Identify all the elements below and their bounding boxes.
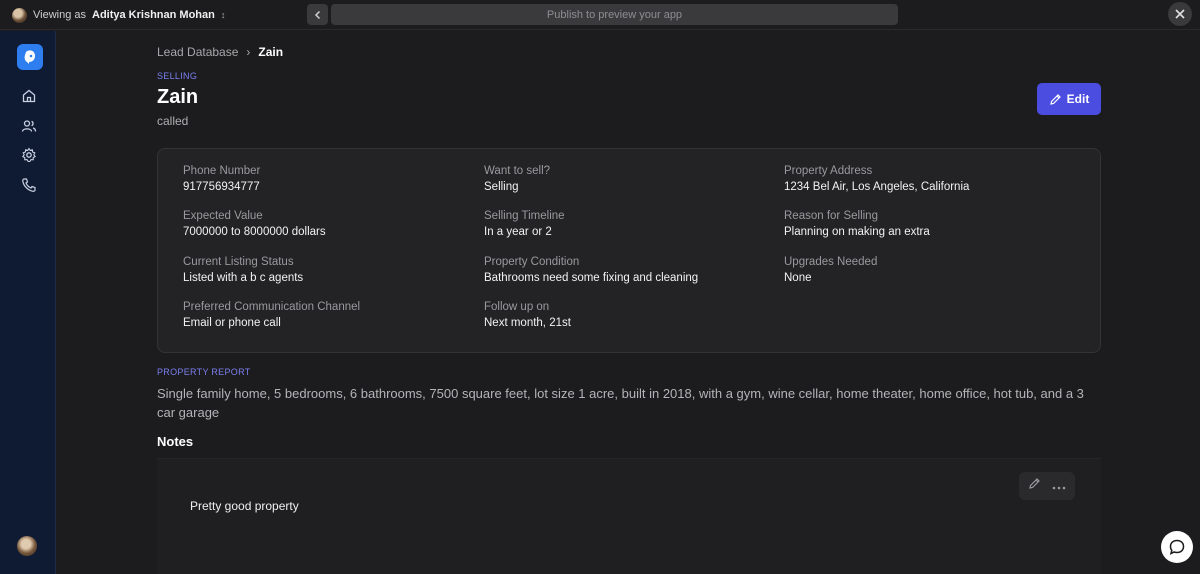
field-value: Selling xyxy=(484,181,519,193)
property-report-text: Single family home, 5 bedrooms, 6 bathro… xyxy=(157,386,1084,420)
url-text: Publish to preview your app xyxy=(546,8,683,21)
viewing-as-prefix: Viewing as xyxy=(33,9,86,21)
breadcrumb: Lead Database › Zain xyxy=(157,45,283,59)
chevron-left-icon xyxy=(314,10,320,19)
page-title: Zain xyxy=(157,86,199,108)
field-selling-timeline: Selling Timeline In a year or 2 xyxy=(484,209,774,239)
notes-title: Notes xyxy=(157,434,194,449)
field-label: Want to sell? xyxy=(484,165,551,177)
lead-details-card: Phone Number 917756934777 Want to sell? … xyxy=(157,148,1101,353)
field-value: Next month, 21st xyxy=(484,317,571,329)
edit-button[interactable]: Edit xyxy=(1037,83,1101,115)
field-label: Property Condition xyxy=(484,256,580,268)
field-label: Follow up on xyxy=(484,301,550,313)
field-value: None xyxy=(784,272,812,284)
pencil-icon xyxy=(1049,93,1061,105)
field-label: Current Listing Status xyxy=(183,256,294,268)
sidebar-item-users[interactable] xyxy=(19,116,39,136)
page-subtitle: called xyxy=(157,114,189,128)
field-expected-value: Expected Value 7000000 to 8000000 dollar… xyxy=(183,209,473,239)
field-current-listing-status: Current Listing Status Listed with a b c… xyxy=(183,255,473,285)
chat-bubble-icon xyxy=(1169,539,1185,555)
viewing-as-selector[interactable]: Viewing as Aditya Krishnan Mohan ↕ xyxy=(12,7,225,23)
field-value: Email or phone call xyxy=(183,317,281,329)
close-button[interactable] xyxy=(1168,2,1192,26)
field-phone-number: Phone Number 917756934777 xyxy=(183,164,473,194)
users-icon xyxy=(21,120,37,132)
pencil-icon xyxy=(1029,478,1041,489)
gear-icon xyxy=(21,147,37,163)
avatar xyxy=(12,7,27,23)
field-label: Preferred Communication Channel xyxy=(183,301,361,313)
field-value: Listed with a b c agents xyxy=(183,272,304,284)
sidebar-item-settings[interactable] xyxy=(19,145,39,165)
sidebar-item-home[interactable] xyxy=(19,86,39,106)
note-card: Pretty good property xyxy=(157,458,1101,574)
field-label: Phone Number xyxy=(183,165,261,177)
field-value: Bathrooms need some fixing and cleaning xyxy=(484,272,699,284)
user-avatar[interactable] xyxy=(17,536,37,556)
home-icon xyxy=(22,89,36,103)
app-logo[interactable] xyxy=(17,44,43,70)
sidebar xyxy=(0,31,56,574)
chevron-up-down-icon: ↕ xyxy=(220,10,226,20)
back-button[interactable] xyxy=(307,4,328,25)
note-text: Pretty good property xyxy=(190,499,299,513)
field-label: Property Address xyxy=(784,165,873,177)
field-want-to-sell: Want to sell? Selling xyxy=(484,164,774,194)
status-label: SELLING xyxy=(157,71,198,81)
edit-note-button[interactable] xyxy=(1028,477,1041,495)
field-value: 7000000 to 8000000 dollars xyxy=(183,226,326,238)
note-actions xyxy=(1019,472,1075,500)
breadcrumb-parent-link[interactable]: Lead Database xyxy=(157,45,238,59)
field-preferred-communication: Preferred Communication Channel Email or… xyxy=(183,300,473,330)
viewer-name: Aditya Krishnan Mohan xyxy=(92,9,215,21)
logo-icon xyxy=(24,50,35,64)
field-reason-for-selling: Reason for Selling Planning on making an… xyxy=(784,209,1074,239)
field-value: In a year or 2 xyxy=(484,226,552,238)
field-label: Expected Value xyxy=(183,210,263,222)
close-icon xyxy=(1175,9,1185,19)
field-label: Selling Timeline xyxy=(484,210,565,222)
breadcrumb-current: Zain xyxy=(258,45,284,59)
field-follow-up-on: Follow up on Next month, 21st xyxy=(484,300,774,330)
field-value: Planning on making an extra xyxy=(784,226,930,238)
property-report-label: PROPERTY REPORT xyxy=(157,367,251,377)
phone-icon xyxy=(22,178,36,192)
url-bar[interactable]: Publish to preview your app xyxy=(331,4,898,25)
field-value: 1234 Bel Air, Los Angeles, California xyxy=(784,181,970,193)
field-property-address: Property Address 1234 Bel Air, Los Angel… xyxy=(784,164,1074,194)
more-horizontal-icon xyxy=(1052,486,1066,490)
field-label: Reason for Selling xyxy=(784,210,878,222)
field-value: 917756934777 xyxy=(183,181,260,193)
field-upgrades-needed: Upgrades Needed None xyxy=(784,255,1074,285)
field-label: Upgrades Needed xyxy=(784,256,878,268)
more-options-button[interactable] xyxy=(1052,477,1066,495)
top-bar: Viewing as Aditya Krishnan Mohan ↕ Publi… xyxy=(0,0,1200,30)
sidebar-item-calls[interactable] xyxy=(19,175,39,195)
chat-button[interactable] xyxy=(1161,531,1193,563)
edit-label: Edit xyxy=(1066,92,1090,106)
field-property-condition: Property Condition Bathrooms need some f… xyxy=(484,255,774,285)
main-content: Lead Database › Zain SELLING Zain called… xyxy=(57,31,1200,574)
breadcrumb-separator-icon: › xyxy=(246,45,251,59)
